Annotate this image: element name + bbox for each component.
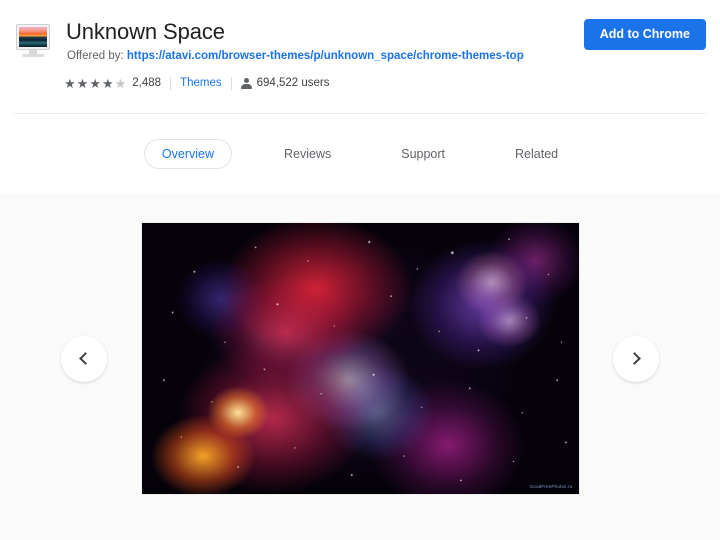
meta-divider-2	[230, 76, 232, 90]
chevron-left-icon	[79, 352, 92, 365]
user-icon-body	[240, 84, 252, 89]
star-icon-4: ★	[101, 75, 114, 91]
screenshot-preview[interactable]: GoodFreePhotos.ru	[140, 222, 580, 495]
category-link-themes[interactable]: Themes	[180, 77, 222, 89]
image-watermark: GoodFreePhotos.ru	[529, 484, 573, 489]
offered-by-label: Offered by:	[67, 50, 124, 62]
chevron-right-icon	[628, 352, 641, 365]
tab-reviews[interactable]: Reviews	[266, 139, 349, 169]
star-icon-2: ★	[76, 75, 89, 91]
tab-bar: Overview Reviews Support Related	[0, 114, 720, 193]
star-icon-5: ★	[114, 75, 127, 91]
extension-detail-page: Unknown Space Offered by: https://atavi.…	[0, 0, 720, 540]
monitor-theme-icon	[14, 23, 52, 61]
screenshot-carousel: GoodFreePhotos.ru	[0, 222, 720, 495]
offered-by: Offered by: https://atavi.com/browser-th…	[67, 50, 524, 62]
star-icon-1: ★	[64, 75, 76, 91]
monitor-screen	[19, 27, 47, 47]
monitor-base	[22, 54, 44, 57]
star-icon-3: ★	[89, 75, 101, 91]
page-header: Unknown Space Offered by: https://atavi.…	[0, 0, 720, 113]
carousel-prev-button[interactable]	[61, 335, 107, 382]
users-count-group: 694,522 users	[240, 77, 330, 89]
carousel-next-button[interactable]	[613, 335, 659, 382]
overview-content: GoodFreePhotos.ru	[0, 193, 720, 540]
monitor-body	[16, 24, 50, 50]
page-title: Unknown Space	[66, 19, 225, 44]
users-count: 694,522 users	[256, 77, 330, 89]
rating-count: 2,488	[132, 77, 162, 89]
tab-overview[interactable]: Overview	[143, 138, 232, 169]
extension-meta: ★ ★ ★ ★ ★ 2,488 Themes 694,522 users	[64, 75, 330, 91]
user-icon	[240, 77, 252, 89]
tab-related[interactable]: Related	[497, 139, 576, 169]
add-to-chrome-button[interactable]: Add to Chrome	[583, 19, 706, 50]
tab-support[interactable]: Support	[383, 139, 463, 169]
rating-stars: ★ ★ ★ ★ ★	[64, 77, 126, 90]
meta-divider-1	[170, 76, 172, 90]
starfield-overlay	[141, 223, 579, 494]
user-icon-head	[243, 78, 249, 83]
offered-by-link[interactable]: https://atavi.com/browser-themes/p/unkno…	[127, 50, 524, 62]
